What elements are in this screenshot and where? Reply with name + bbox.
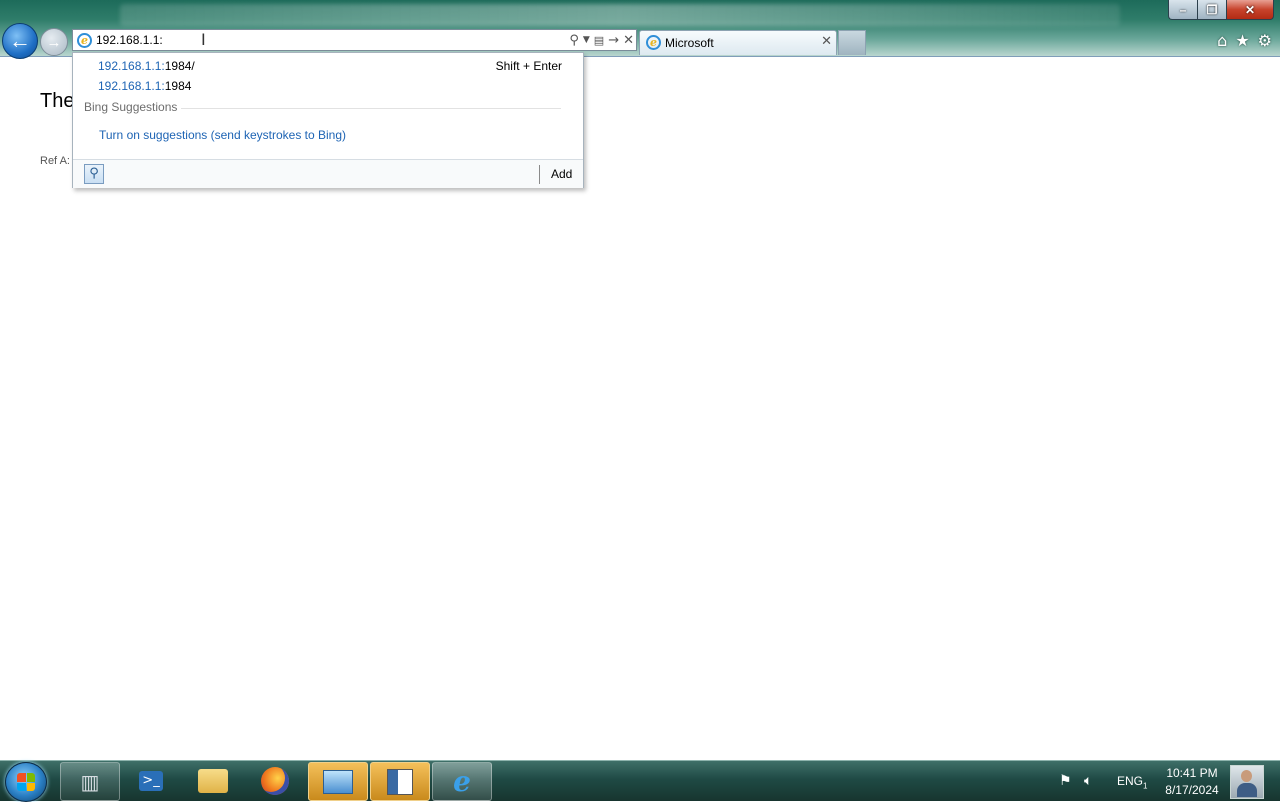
avatar-body [1237, 783, 1257, 797]
notepad-icon [387, 768, 413, 795]
taskbar-file-explorer[interactable] [184, 762, 242, 799]
title-bar-background [120, 4, 1120, 26]
forward-button[interactable]: → [40, 28, 68, 56]
language-code: ENG [1117, 774, 1144, 788]
folder-icon [198, 768, 228, 793]
bing-suggestions-heading: Bing Suggestions [84, 100, 178, 114]
gear-icon[interactable]: ⚙ [1258, 31, 1272, 50]
ie-page-icon: e [77, 33, 92, 48]
section-divider [181, 108, 561, 109]
user-avatar[interactable] [1230, 765, 1264, 799]
turn-on-suggestions-link[interactable]: Turn on suggestions (send keystrokes to … [99, 128, 346, 142]
windows-logo-icon [17, 773, 35, 791]
minimize-button[interactable]: – [1168, 0, 1197, 20]
suggestion-host: 192.168.1.1: [98, 59, 165, 73]
tab-close-icon[interactable]: ✕ [821, 34, 832, 49]
text-cursor-icon: I [201, 30, 206, 49]
close-window-button[interactable]: ✕ [1226, 0, 1274, 20]
footer-divider [539, 165, 540, 184]
new-tab-button[interactable] [838, 30, 866, 55]
address-tools: ⚲ ▼ ▤ → ✕ [569, 31, 634, 49]
dropdown-arrow-icon[interactable]: ▼ [583, 35, 590, 45]
shortcut-hint: Shift + Enter [495, 59, 562, 73]
suggestion-path: 1984 [164, 79, 192, 93]
ie-tab-icon: e [646, 35, 661, 50]
taskbar: ▥ >_ e ⚑ 🔈︎ ENG1 10:41 PM 8/17/2024 [0, 760, 1280, 802]
stop-icon[interactable]: ✕ [623, 33, 634, 48]
taskbar-powershell[interactable]: >_ [122, 762, 180, 799]
clock-date[interactable]: 8/17/2024 [1162, 783, 1222, 797]
volume-muted-icon[interactable]: 🔈︎ [1084, 773, 1092, 789]
powershell-icon: >_ [139, 770, 163, 791]
start-button[interactable] [5, 762, 47, 802]
compatibility-view-icon[interactable]: ▤ [594, 34, 604, 47]
add-search-provider-button[interactable]: Add [551, 167, 572, 181]
language-indicator[interactable]: ENG1 [1117, 774, 1147, 790]
server-manager-icon: ▥ [80, 769, 100, 794]
taskbar-control-panel[interactable] [308, 762, 368, 801]
address-input[interactable]: 192.168.1.1: [96, 32, 163, 48]
suggestion-host: 192.168.1.1: [98, 79, 165, 93]
back-button[interactable]: ← [2, 23, 38, 59]
address-suggestions-dropdown: 192.168.1.1:1984/ Shift + Enter 192.168.… [72, 52, 584, 188]
internet-explorer-icon: e [453, 765, 471, 798]
page-heading: The [40, 90, 75, 112]
taskbar-notepad[interactable] [370, 762, 430, 801]
browser-chrome: – ❐ ✕ ← → e 192.168.1.1: I ⚲ ▼ ▤ → ✕ e M… [0, 0, 1280, 59]
address-bar[interactable]: e 192.168.1.1: I ⚲ ▼ ▤ → ✕ [72, 29, 637, 51]
search-provider-icon[interactable]: ⚲ [84, 164, 104, 184]
search-icon[interactable]: ⚲ [569, 33, 579, 48]
home-icon[interactable]: ⌂ [1217, 31, 1227, 50]
suggestion-item[interactable]: 192.168.1.1:1984 [98, 79, 191, 93]
window-controls: – ❐ ✕ [1168, 0, 1274, 20]
language-index: 1 [1143, 781, 1148, 791]
forward-arrow-icon: → [46, 33, 62, 51]
restore-icon: ❐ [1206, 2, 1218, 17]
taskbar-firefox[interactable] [246, 762, 304, 799]
go-arrow-icon[interactable]: → [608, 33, 619, 48]
back-arrow-icon: ← [9, 28, 31, 53]
browser-toolbar-icons: ⌂ ★ ⚙ [1217, 31, 1272, 50]
clock-time[interactable]: 10:41 PM [1166, 766, 1218, 780]
suggestion-path: 1984/ [164, 59, 195, 73]
star-icon[interactable]: ★ [1235, 31, 1249, 50]
restore-button[interactable]: ❐ [1197, 0, 1226, 20]
taskbar-internet-explorer[interactable]: e [432, 762, 492, 801]
dropdown-footer: ⚲ Add [73, 159, 583, 188]
suggestion-item[interactable]: 192.168.1.1:1984/ [98, 59, 195, 73]
taskbar-server-manager[interactable]: ▥ [60, 762, 120, 801]
page-ref-text: Ref A: [40, 155, 70, 167]
action-center-icon[interactable]: ⚑ [1059, 773, 1072, 789]
minimize-icon: – [1179, 2, 1187, 17]
close-icon: ✕ [1244, 2, 1256, 17]
control-panel-icon [323, 769, 353, 794]
firefox-icon [261, 766, 289, 795]
avatar-head [1241, 770, 1252, 782]
tab-microsoft[interactable]: e Microsoft ✕ [639, 30, 837, 55]
tab-title: Microsoft [665, 36, 714, 50]
